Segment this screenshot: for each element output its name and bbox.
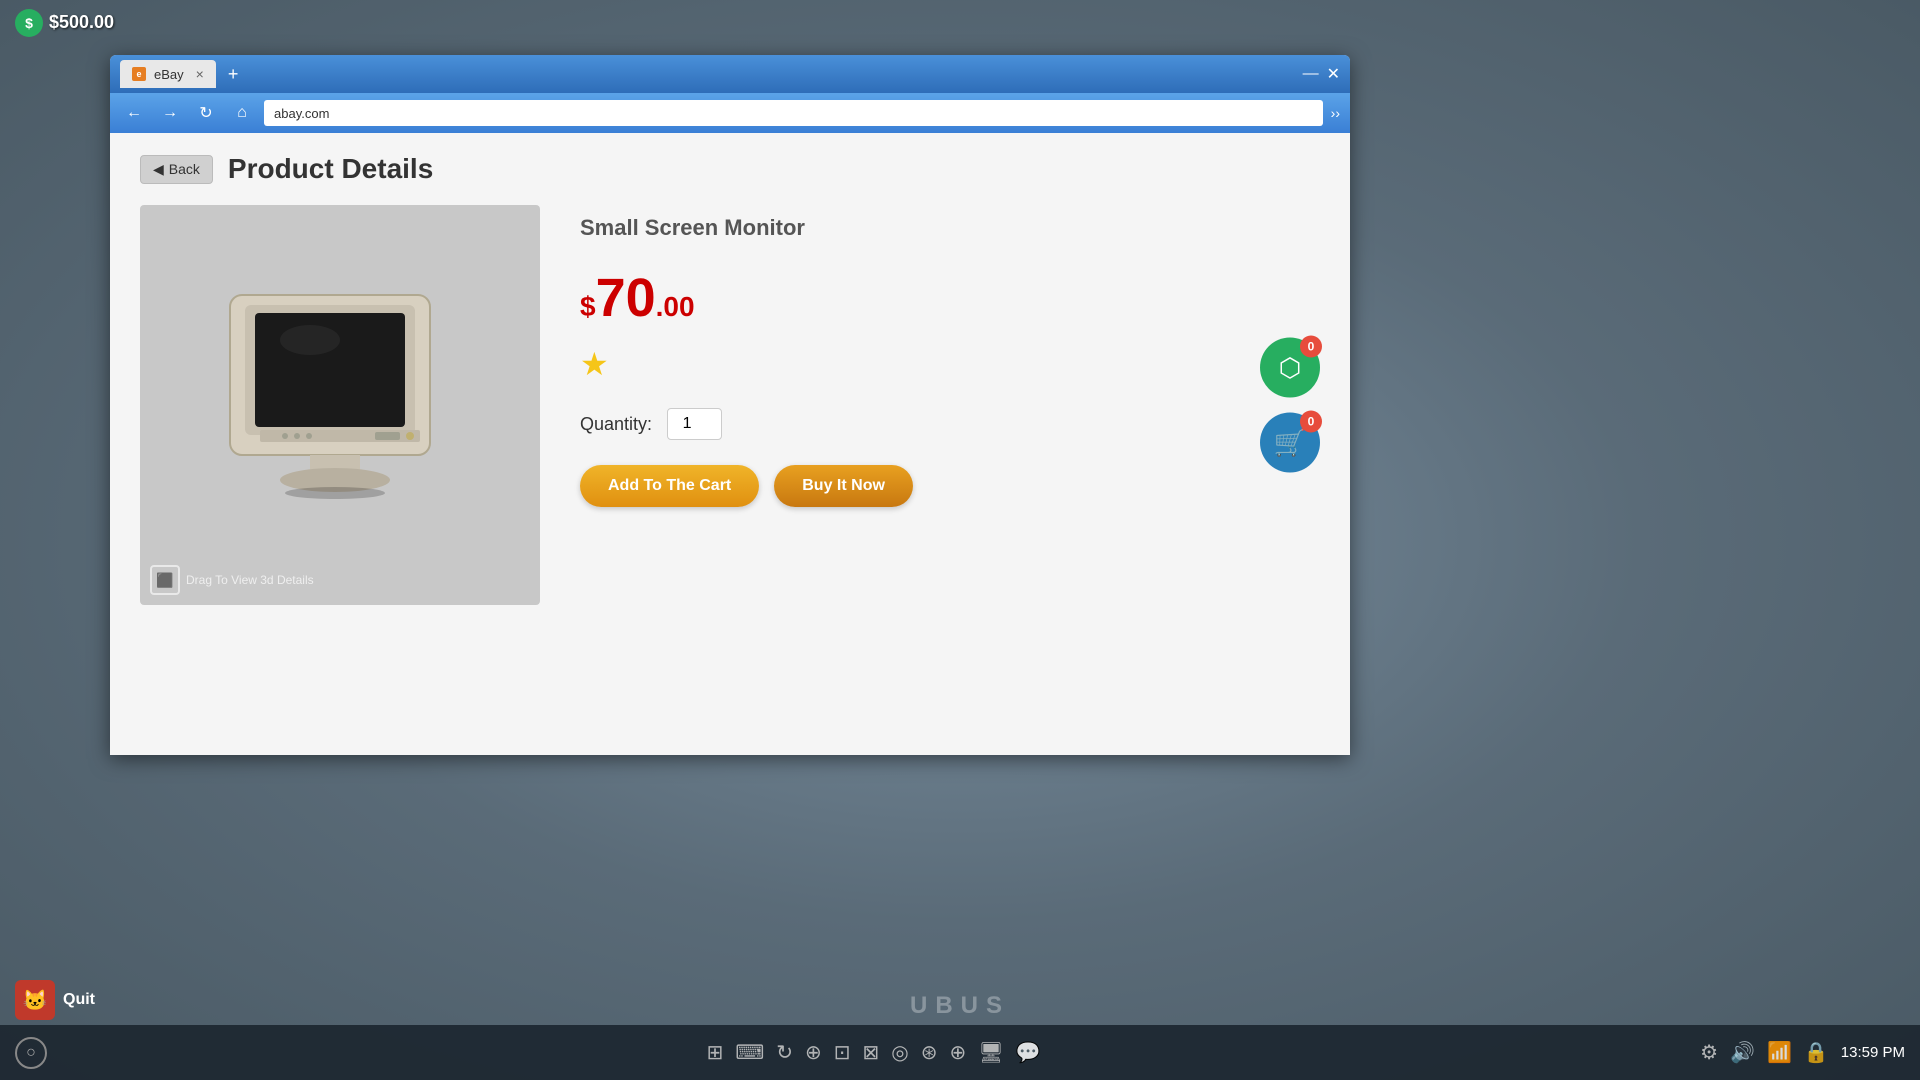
taskbar-settings-icon[interactable]: ⚙ — [1700, 1040, 1718, 1065]
taskbar-icon-9[interactable]: ⊕ — [949, 1040, 966, 1065]
browser-titlebar: e eBay × + — ✕ — [110, 55, 1350, 93]
price-main: 70 — [596, 271, 656, 325]
taskbar-icon-5[interactable]: ⊡ — [834, 1040, 851, 1065]
tab-close-button[interactable]: × — [196, 66, 204, 82]
page-title: Product Details — [228, 153, 433, 185]
cart-float-button[interactable]: 0 🛒 — [1260, 413, 1320, 473]
inventory-icon: ⬡ — [1279, 352, 1302, 383]
window-controls: — ✕ — [1303, 64, 1340, 84]
buy-now-button[interactable]: Buy It Now — [774, 465, 913, 507]
taskbar-center: ⊞ ⌨ ↻ ⊕ ⊡ ⊠ ◎ ⊛ ⊕ 🖥 💬 — [707, 1040, 1041, 1065]
browser-toolbar: ← → ↻ ⌂ ›› — [110, 93, 1350, 133]
drag-icon: ⬛ — [150, 565, 180, 595]
quit-icon: 🐱 — [15, 980, 55, 1020]
new-tab-button[interactable]: + — [228, 64, 239, 85]
close-button[interactable]: ✕ — [1327, 64, 1340, 84]
toolbar-more-button[interactable]: ›› — [1331, 105, 1340, 121]
desktop: $ $500.00 e eBay × + — ✕ ← → ↻ ⌂ ›› — [0, 0, 1920, 1080]
price-cents: .00 — [656, 291, 695, 323]
taskbar-circle-icon[interactable]: ○ — [15, 1037, 47, 1069]
tab-title: eBay — [154, 67, 184, 82]
taskbar-icon-4[interactable]: ⊕ — [805, 1040, 822, 1065]
top-bar: $ $500.00 — [0, 0, 1920, 45]
quantity-label: Quantity: — [580, 414, 652, 435]
product-image — [140, 205, 540, 605]
back-nav-button[interactable]: ← — [120, 99, 148, 127]
taskbar-icon-2[interactable]: ⌨ — [735, 1040, 764, 1065]
taskbar-clock: 13:59 PM — [1841, 1044, 1905, 1061]
taskbar-left: ○ — [15, 1037, 47, 1069]
brand-text: UBUS — [910, 992, 1010, 1020]
taskbar: ○ ⊞ ⌨ ↻ ⊕ ⊡ ⊠ ◎ ⊛ ⊕ 🖥 💬 ⚙ 🔊 📶 🔒 13:59 PM — [0, 1025, 1920, 1080]
product-image-container: ⬛ Drag To View 3d Details — [140, 205, 540, 605]
taskbar-volume-icon[interactable]: 🔊 — [1730, 1040, 1755, 1065]
action-buttons: Add To The Cart Buy It Now — [580, 465, 1320, 507]
home-button[interactable]: ⌂ — [228, 99, 256, 127]
forward-nav-button[interactable]: → — [156, 99, 184, 127]
tab-favicon: e — [132, 67, 146, 81]
taskbar-lock-icon[interactable]: 🔒 — [1804, 1040, 1829, 1065]
drag-hint: ⬛ Drag To View 3d Details — [150, 565, 314, 595]
money-icon: $ — [15, 9, 43, 37]
product-image-svg — [200, 275, 480, 535]
price-dollar-sign: $ — [580, 291, 596, 323]
cart-badge: 0 — [1300, 411, 1322, 433]
quantity-row: Quantity: — [580, 408, 1320, 440]
page-header: ◀ Back Product Details — [140, 153, 1320, 185]
money-amount: $500.00 — [49, 12, 114, 33]
minimize-button[interactable]: — — [1303, 65, 1319, 83]
product-price: $ 70 .00 — [580, 271, 1320, 325]
taskbar-icon-10[interactable]: 🖥 — [978, 1040, 1003, 1065]
quit-button[interactable]: 🐱 Quit — [15, 980, 95, 1020]
address-bar[interactable] — [264, 100, 1323, 126]
add-to-cart-button[interactable]: Add To The Cart — [580, 465, 759, 507]
taskbar-icon-11[interactable]: 💬 — [1016, 1040, 1041, 1065]
taskbar-wifi-icon[interactable]: 📶 — [1767, 1040, 1792, 1065]
money-badge: $ $500.00 — [15, 9, 114, 37]
inventory-badge: 0 — [1300, 336, 1322, 358]
taskbar-icon-3[interactable]: ↻ — [776, 1040, 793, 1065]
cart-icon: 🛒 — [1274, 427, 1306, 458]
taskbar-icon-6[interactable]: ⊠ — [863, 1040, 880, 1065]
star-rating: ★ — [580, 345, 1320, 383]
taskbar-icon-8[interactable]: ⊛ — [921, 1040, 938, 1065]
refresh-button[interactable]: ↻ — [192, 99, 220, 127]
product-layout: ⬛ Drag To View 3d Details Small Screen M… — [140, 205, 1320, 605]
product-details: Small Screen Monitor $ 70 .00 ★ Quantity… — [580, 205, 1320, 507]
quit-label: Quit — [63, 991, 95, 1009]
floating-buttons: 0 ⬡ 0 🛒 — [1260, 338, 1320, 473]
drag-hint-text: Drag To View 3d Details — [186, 573, 314, 587]
inventory-button[interactable]: 0 ⬡ — [1260, 338, 1320, 398]
taskbar-icon-7[interactable]: ◎ — [891, 1040, 908, 1065]
back-button[interactable]: ◀ Back — [140, 155, 213, 184]
product-name: Small Screen Monitor — [580, 215, 1320, 241]
browser-window: e eBay × + — ✕ ← → ↻ ⌂ ›› ◀ Back — [110, 55, 1350, 755]
browser-content: ◀ Back Product Details — [110, 133, 1350, 755]
quantity-input[interactable] — [667, 408, 722, 440]
browser-tab[interactable]: e eBay × — [120, 60, 216, 88]
taskbar-right: ⚙ 🔊 📶 🔒 13:59 PM — [1700, 1040, 1905, 1065]
taskbar-icon-1[interactable]: ⊞ — [707, 1040, 724, 1065]
